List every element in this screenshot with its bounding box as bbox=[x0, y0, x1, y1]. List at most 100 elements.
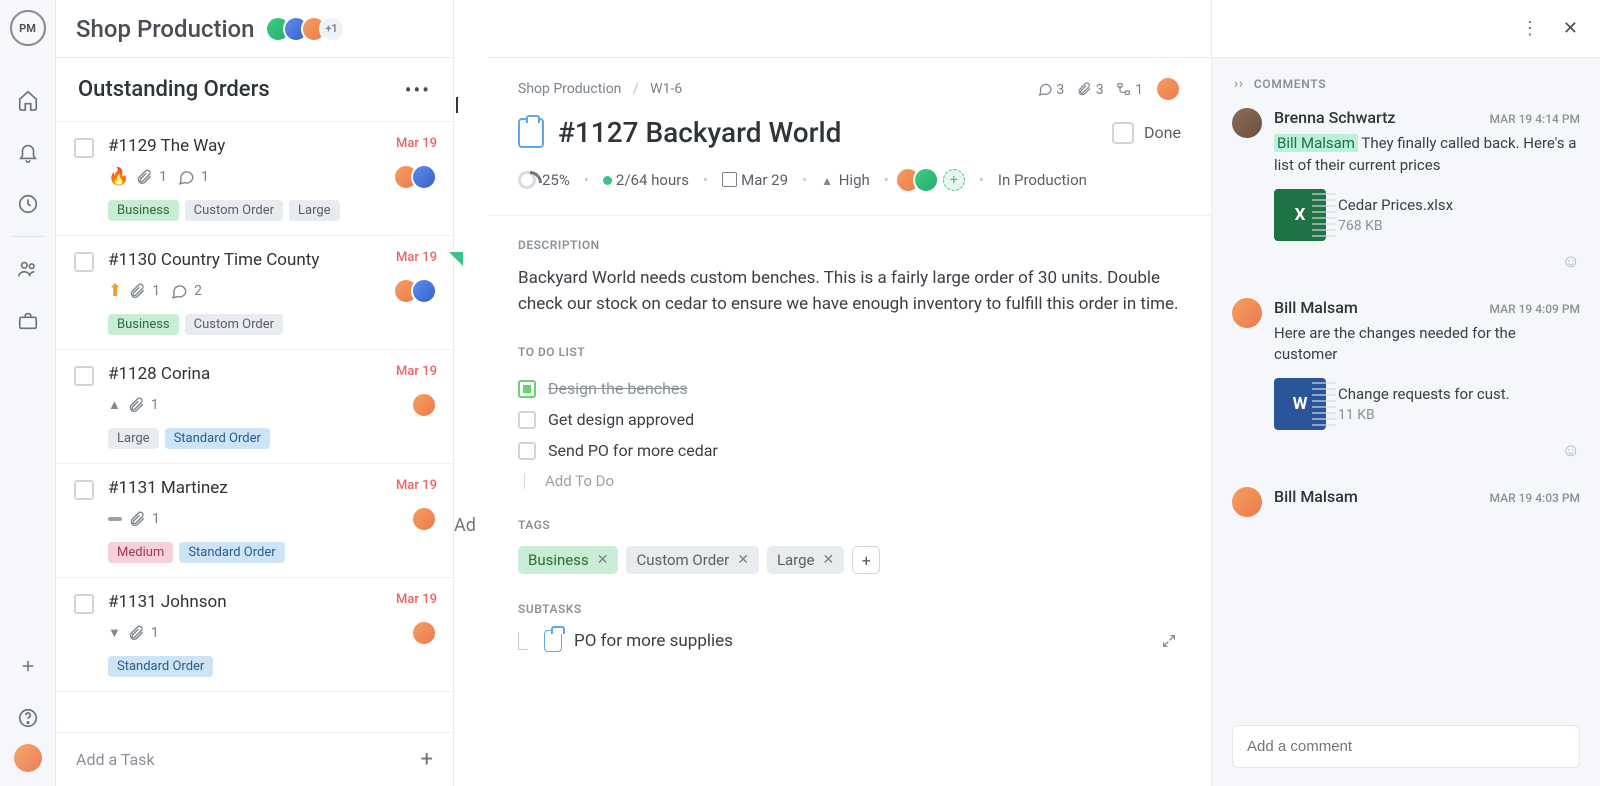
avatar-more: +1 bbox=[319, 16, 345, 42]
comment-author: Bill Malsam bbox=[1274, 298, 1358, 317]
task-card[interactable]: #1130 Country Time CountyMar 19⬆12Busine… bbox=[56, 236, 453, 350]
tag-remove-icon[interactable]: ✕ bbox=[737, 552, 749, 568]
task-avatars bbox=[419, 620, 437, 646]
attachment-icon bbox=[135, 168, 153, 186]
react-icon[interactable]: ☺ bbox=[1274, 251, 1580, 272]
tasks-column: Shop Production +1 Outstanding Orders ••… bbox=[56, 0, 454, 786]
done-checkbox[interactable] bbox=[1112, 122, 1134, 144]
attachment[interactable]: XCedar Prices.xlsx768 KB bbox=[1274, 189, 1580, 241]
crumb-sep: / bbox=[633, 81, 639, 97]
todo-item[interactable]: Send PO for more cedar bbox=[518, 435, 1181, 466]
tag-remove-icon[interactable]: ✕ bbox=[823, 552, 835, 568]
attach-count: 1 bbox=[152, 283, 160, 299]
task-checkbox[interactable] bbox=[74, 594, 94, 614]
todo-checkbox[interactable] bbox=[518, 442, 536, 460]
comment-count: 1 bbox=[201, 169, 209, 185]
attachments-count-icon[interactable]: 3 bbox=[1076, 81, 1103, 98]
detail-meta: 25% • 2/64 hours • Mar 29 • ▲ High • + •… bbox=[488, 167, 1211, 215]
comment-text: Bill Malsam They finally called back. He… bbox=[1274, 133, 1580, 177]
tag-remove-icon[interactable]: ✕ bbox=[597, 552, 609, 568]
assignees[interactable]: + bbox=[903, 167, 965, 193]
attachment-icon bbox=[128, 282, 146, 300]
mention[interactable]: Bill Malsam bbox=[1274, 134, 1358, 152]
expand-icon[interactable] bbox=[1161, 633, 1177, 649]
tag-text: Business bbox=[528, 551, 589, 569]
progress-indicator[interactable]: 25% bbox=[518, 171, 570, 189]
assignee-avatar[interactable] bbox=[1155, 76, 1181, 102]
task-card[interactable]: #1131 MartinezMar 191MediumStandard Orde… bbox=[56, 464, 453, 578]
tag-chip[interactable]: Custom Order✕ bbox=[626, 546, 758, 574]
subtask-item[interactable]: PO for more supplies bbox=[518, 630, 1181, 652]
avatar bbox=[411, 278, 437, 304]
project-avatars[interactable]: +1 bbox=[273, 16, 345, 42]
detail-panel: Shop Production / W1-6 3 3 1 bbox=[488, 0, 1212, 786]
priority-indicator[interactable]: ▲ High bbox=[821, 171, 870, 189]
project-header: Shop Production +1 bbox=[56, 0, 453, 58]
collapse-icon[interactable]: ›› bbox=[1234, 76, 1244, 92]
app-logo: PM bbox=[10, 10, 46, 46]
status-label[interactable]: In Production bbox=[998, 171, 1087, 189]
hours-indicator[interactable]: 2/64 hours bbox=[603, 171, 689, 189]
todo-text: Send PO for more cedar bbox=[548, 441, 718, 460]
due-date[interactable]: Mar 29 bbox=[722, 171, 788, 189]
todo-item[interactable]: Get design approved bbox=[518, 404, 1181, 435]
comments-count-icon[interactable]: 3 bbox=[1037, 81, 1064, 98]
tag-chip[interactable]: Large ✕ bbox=[767, 546, 844, 574]
task-title[interactable]: #1127 Backyard World bbox=[558, 116, 841, 149]
add-task-plus-icon[interactable]: + bbox=[421, 747, 433, 772]
task-checkbox[interactable] bbox=[74, 480, 94, 500]
project-title: Shop Production bbox=[76, 15, 255, 43]
comment-time: MAR 19 4:03 PM bbox=[1490, 491, 1580, 505]
task-checkbox[interactable] bbox=[74, 366, 94, 386]
current-user-avatar[interactable] bbox=[14, 744, 42, 772]
bell-icon[interactable] bbox=[16, 140, 40, 164]
comment: Bill MalsamMAR 19 4:09 PMHere are the ch… bbox=[1232, 298, 1580, 462]
todo-checkbox[interactable] bbox=[518, 380, 536, 398]
more-icon[interactable]: ••• bbox=[405, 78, 431, 102]
task-card[interactable]: #1128 CorinaMar 19▲1LargeStandard Order bbox=[56, 350, 453, 464]
task-name: #1128 Corina bbox=[108, 364, 210, 384]
task-card[interactable]: #1129 The WayMar 19🔥11BusinessCustom Ord… bbox=[56, 122, 453, 236]
add-todo-button[interactable]: Add To Do bbox=[548, 472, 1181, 490]
comment: Brenna SchwartzMAR 19 4:14 PMBill Malsam… bbox=[1232, 108, 1580, 272]
kebab-icon[interactable]: ⋮ bbox=[1521, 18, 1539, 39]
add-task-row[interactable]: Add a Task + bbox=[56, 732, 453, 786]
comment-input[interactable] bbox=[1232, 725, 1580, 768]
briefcase-icon[interactable] bbox=[16, 309, 40, 333]
tag-text: Large bbox=[777, 551, 815, 569]
tag: Standard Order bbox=[165, 428, 270, 449]
green-dot-icon bbox=[603, 176, 612, 185]
clock-icon[interactable] bbox=[16, 192, 40, 216]
list-header: Outstanding Orders ••• bbox=[56, 58, 453, 122]
panel-toolbar: ⋮ ✕ bbox=[1212, 0, 1600, 58]
task-avatars bbox=[419, 506, 437, 532]
crumb-item[interactable]: W1-6 bbox=[650, 81, 682, 97]
crumb-project[interactable]: Shop Production bbox=[518, 81, 621, 97]
breadcrumb[interactable]: Shop Production / W1-6 bbox=[518, 81, 682, 97]
description-text[interactable]: Backyard World needs custom benches. Thi… bbox=[518, 266, 1181, 317]
task-checkbox[interactable] bbox=[74, 138, 94, 158]
home-icon[interactable] bbox=[16, 88, 40, 112]
todo-text: Get design approved bbox=[548, 410, 694, 429]
todo-item[interactable]: Design the benches bbox=[518, 373, 1181, 404]
todo-checkbox[interactable] bbox=[518, 411, 536, 429]
task-card[interactable]: #1131 JohnsonMar 19▼1Standard Order bbox=[56, 578, 453, 692]
task-checkbox[interactable] bbox=[74, 252, 94, 272]
detail-toolbar bbox=[488, 0, 1211, 58]
react-icon[interactable]: ☺ bbox=[1274, 440, 1580, 461]
comments-panel: ⋮ ✕ ›› COMMENTS Brenna SchwartzMAR 19 4:… bbox=[1212, 0, 1600, 786]
comment: Bill MalsamMAR 19 4:03 PM bbox=[1232, 487, 1580, 517]
attachment[interactable]: WChange requests for cust.11 KB bbox=[1274, 378, 1580, 430]
done-toggle[interactable]: Done bbox=[1112, 122, 1181, 144]
task-name: #1131 Martinez bbox=[108, 478, 228, 498]
subtasks-count-icon[interactable]: 1 bbox=[1116, 81, 1143, 98]
add-icon[interactable] bbox=[16, 654, 40, 678]
add-tag-button[interactable]: + bbox=[852, 546, 880, 574]
tag-chip[interactable]: Business ✕ bbox=[518, 546, 618, 574]
task-tags: MediumStandard Order bbox=[108, 542, 437, 563]
close-icon[interactable]: ✕ bbox=[1563, 18, 1578, 39]
peek-text: I bbox=[454, 94, 460, 119]
add-assignee-button[interactable]: + bbox=[943, 169, 965, 191]
help-icon[interactable] bbox=[16, 706, 40, 730]
people-icon[interactable] bbox=[16, 257, 40, 281]
